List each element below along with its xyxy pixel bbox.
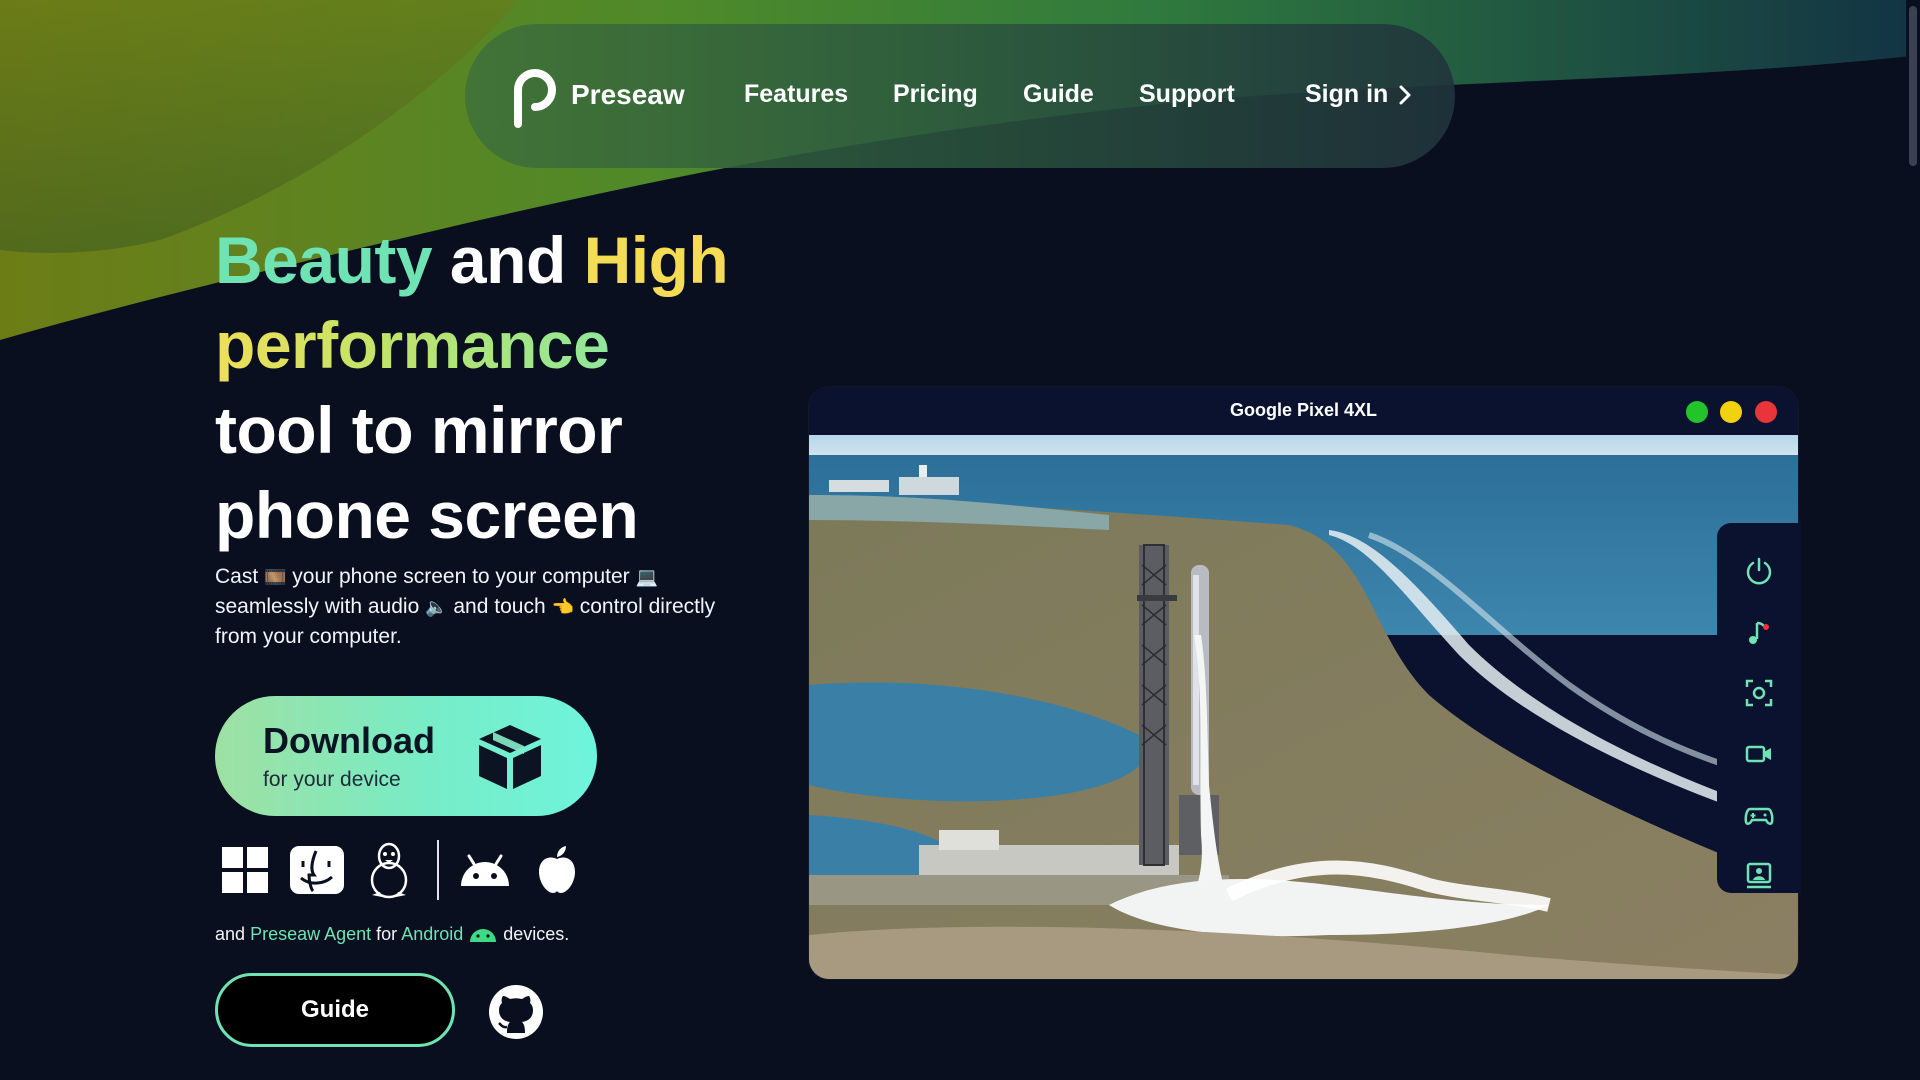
android-small-icon — [470, 929, 497, 942]
agent-info-line: and Preseaw Agent for Android devices. — [215, 924, 569, 945]
sign-in-label: Sign in — [1305, 80, 1389, 108]
brand-name[interactable]: Preseaw — [571, 79, 685, 111]
screenshot-button[interactable] — [1739, 673, 1779, 713]
download-button-subtitle: for your device — [263, 768, 401, 791]
screen-icon — [1746, 862, 1772, 889]
power-button[interactable] — [1739, 551, 1779, 591]
desc-text: seamlessly with audio — [215, 595, 420, 618]
finder-icon[interactable] — [287, 840, 347, 900]
nav-link-features[interactable]: Features — [744, 80, 848, 109]
agent-text: devices. — [503, 924, 570, 944]
mirror-toolbar — [1717, 523, 1801, 893]
screenshot-icon — [1745, 679, 1773, 707]
speaker-emoji-icon: 🔈 — [425, 597, 448, 617]
gamepad-icon — [1744, 807, 1774, 825]
page-scrollbar[interactable] — [1906, 0, 1920, 1080]
gamepad-button[interactable] — [1739, 795, 1779, 835]
film-emoji-icon: 🎞️ — [264, 567, 287, 587]
hero-title-line3: tool to mirror — [215, 393, 623, 467]
apple-icon[interactable] — [527, 840, 587, 900]
scrollbar-thumb[interactable] — [1909, 6, 1917, 166]
nav-link-guide[interactable]: Guide — [1023, 80, 1094, 109]
power-icon — [1746, 557, 1772, 585]
android-icon[interactable] — [455, 840, 515, 900]
hero-title-high: High — [583, 223, 729, 297]
guide-button[interactable]: Guide — [215, 973, 455, 1047]
mirror-window: Google Pixel 4XL — [809, 387, 1798, 979]
audio-button[interactable] — [1739, 612, 1779, 652]
nav-link-pricing[interactable]: Pricing — [893, 80, 978, 109]
sign-in-button[interactable]: Sign in — [1305, 80, 1412, 109]
hero-title: Beauty and High performance tool to mirr… — [215, 218, 775, 558]
hero-title-beauty: Beauty — [215, 223, 433, 297]
top-navigation: Preseaw Features Pricing Guide Support S… — [465, 24, 1455, 168]
preseaw-logo-icon[interactable] — [510, 66, 560, 128]
hero-title-line4: phone screen — [215, 478, 639, 552]
phone-screen-video[interactable] — [809, 435, 1798, 979]
close-dot-button[interactable] — [1755, 401, 1777, 423]
window-title-bar[interactable]: Google Pixel 4XL — [809, 387, 1798, 435]
platform-divider — [437, 840, 439, 900]
github-icon[interactable] — [487, 983, 545, 1041]
preseaw-agent-link[interactable]: Preseaw Agent — [250, 924, 371, 944]
android-link[interactable]: Android — [401, 924, 463, 944]
hero-title-performance: performance — [215, 308, 610, 382]
window-title: Google Pixel 4XL — [1229, 400, 1378, 420]
linux-icon[interactable] — [359, 840, 419, 900]
download-button-title: Download — [263, 720, 435, 761]
minimize-dot-button[interactable] — [1720, 401, 1742, 423]
hero-description: Cast 🎞️ your phone screen to your comput… — [215, 562, 735, 652]
download-button[interactable]: Download for your device — [215, 696, 597, 816]
package-box-icon — [479, 725, 541, 789]
screen-button[interactable] — [1739, 856, 1779, 896]
maximize-dot-button[interactable] — [1686, 401, 1708, 423]
laptop-emoji-icon: 💻 — [635, 567, 658, 587]
chevron-right-icon — [1399, 85, 1411, 104]
desc-text: your phone screen to your computer — [292, 565, 630, 588]
hero-title-and: and — [449, 223, 566, 297]
record-button[interactable] — [1739, 734, 1779, 774]
desc-text: and touch — [453, 595, 546, 618]
pointing-hand-emoji-icon: 👈 — [551, 597, 574, 617]
agent-text: for — [376, 924, 398, 944]
desc-text: Cast — [215, 565, 259, 588]
nav-link-support[interactable]: Support — [1139, 80, 1235, 109]
platform-icons — [215, 838, 599, 902]
music-icon — [1749, 621, 1769, 644]
windows-icon[interactable] — [215, 840, 275, 900]
record-icon — [1745, 745, 1771, 763]
agent-text: and — [215, 924, 246, 944]
